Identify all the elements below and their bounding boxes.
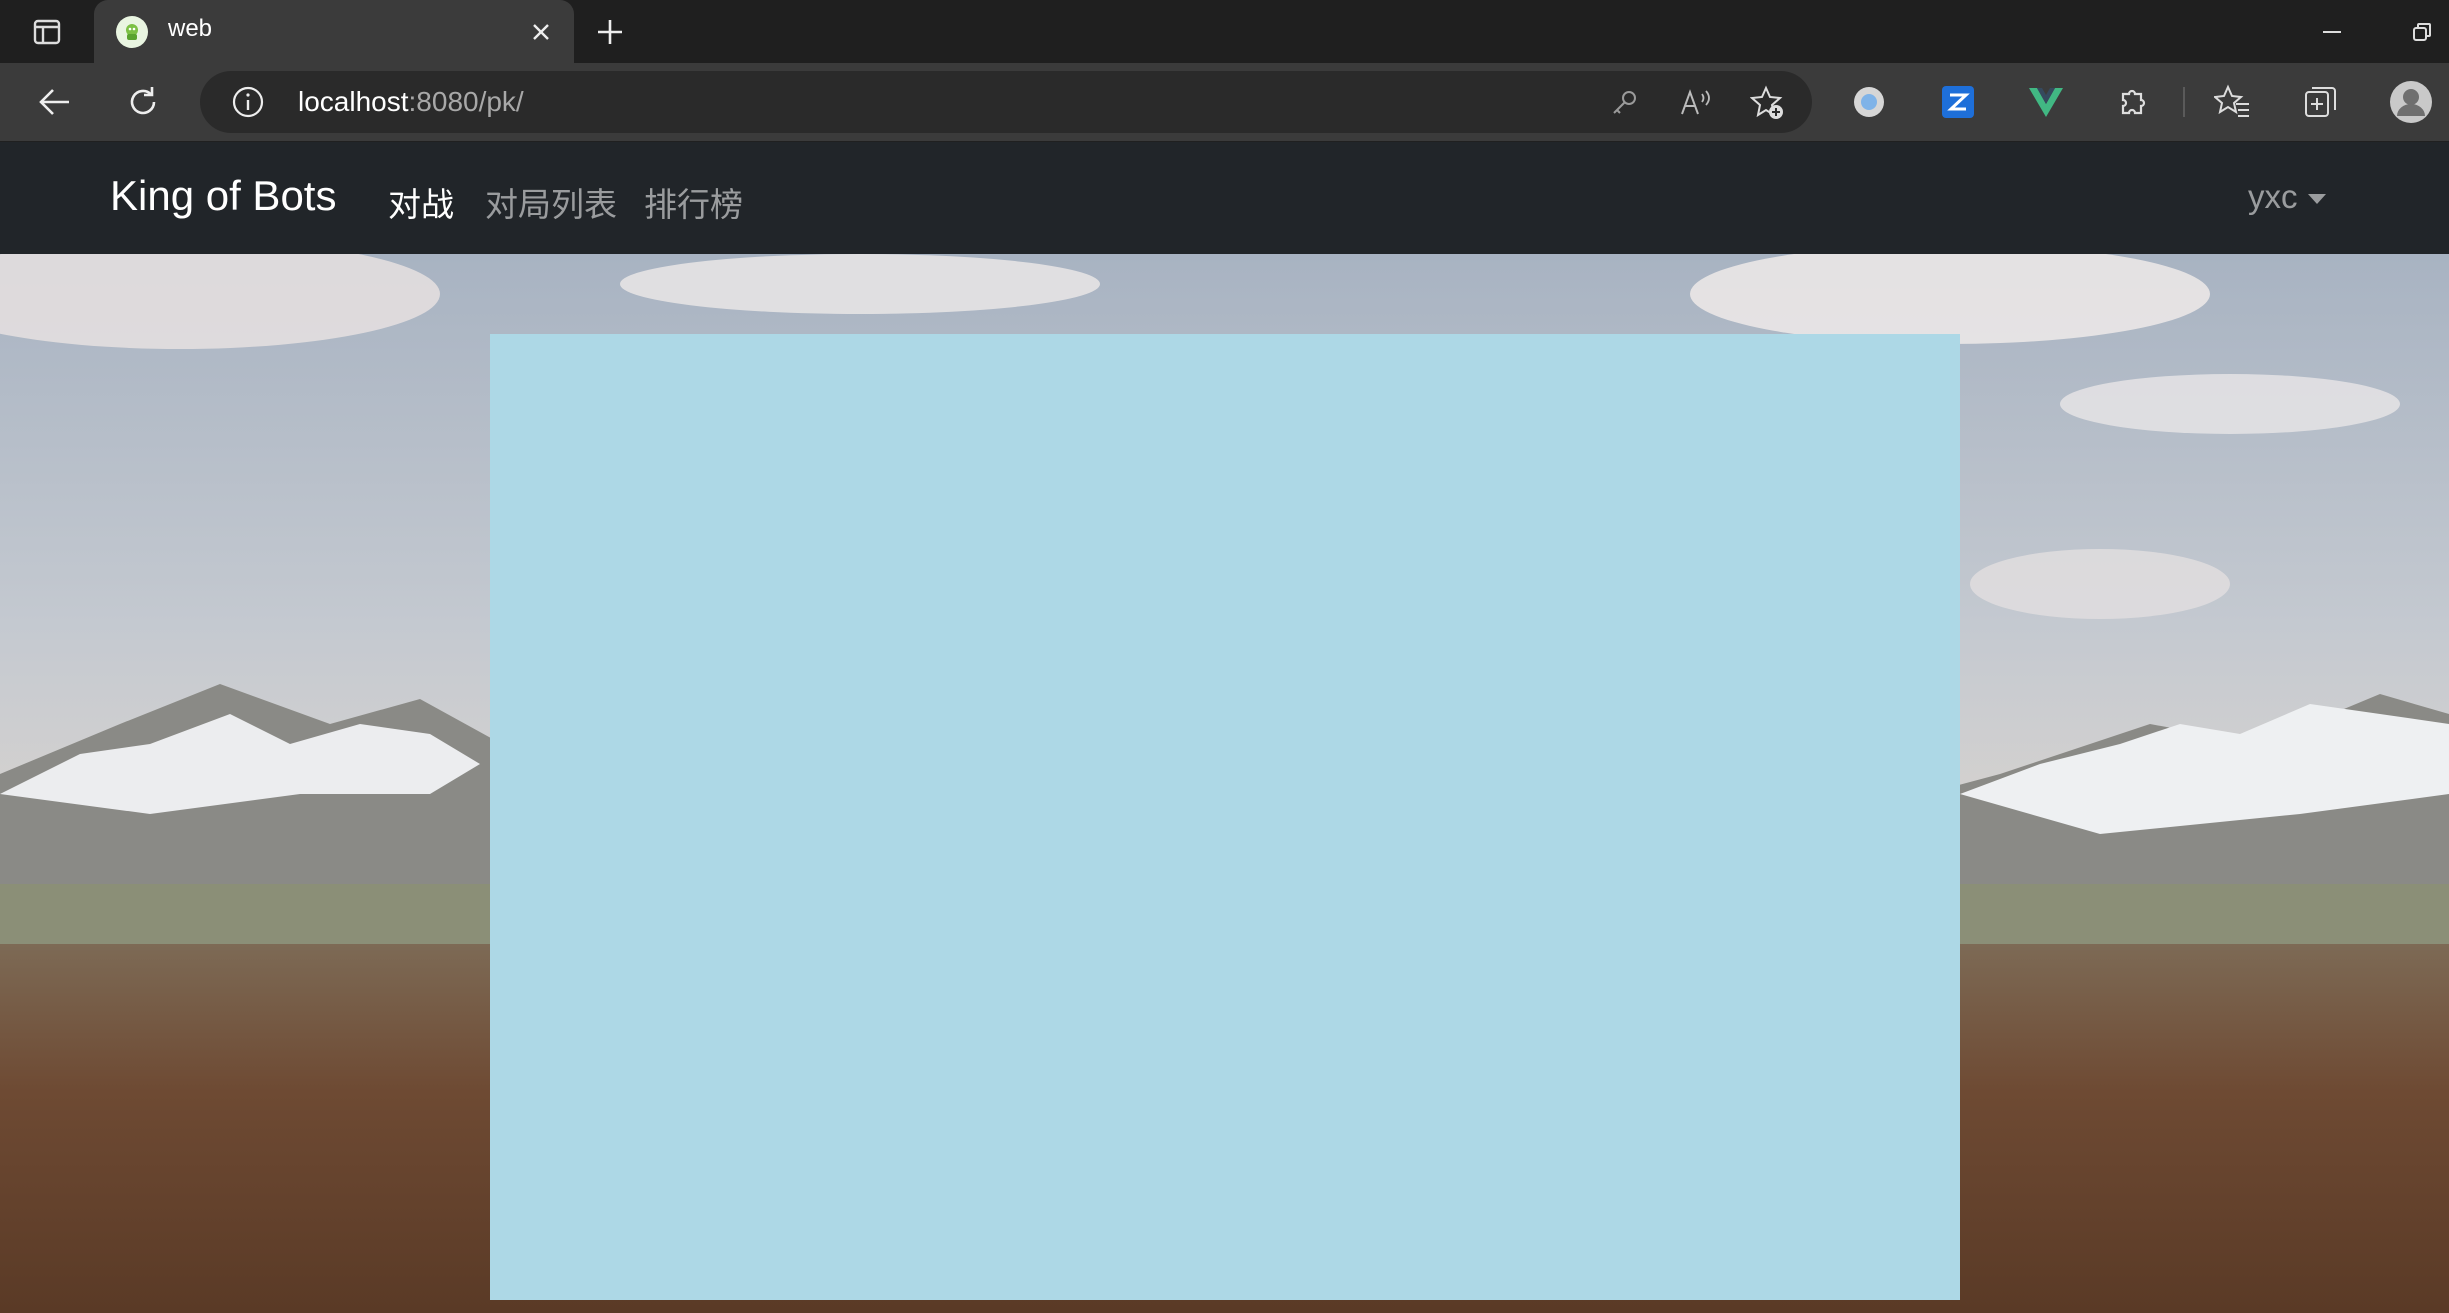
collections-icon bbox=[2305, 87, 2336, 117]
profile-icon bbox=[2390, 81, 2432, 123]
key-icon bbox=[1613, 91, 1636, 114]
puzzle-icon bbox=[2121, 89, 2146, 115]
refresh-button[interactable] bbox=[118, 78, 168, 126]
favorites-button[interactable] bbox=[2207, 78, 2257, 126]
add-favorite-button[interactable] bbox=[1748, 83, 1788, 123]
extension-button-2[interactable] bbox=[1933, 78, 1983, 126]
web-page: King of Bots 对战 对局列表 排行榜 yxc bbox=[0, 142, 2449, 1313]
vue-devtools-icon bbox=[2029, 88, 2063, 117]
extension-button-1[interactable] bbox=[1844, 78, 1894, 126]
circle-extension-icon bbox=[1854, 87, 1884, 117]
refresh-icon bbox=[130, 87, 156, 115]
info-icon bbox=[232, 86, 264, 118]
nav-link-ranklist[interactable]: 排行榜 bbox=[644, 178, 743, 226]
username: yxc bbox=[2248, 178, 2298, 215]
restore-icon bbox=[2413, 23, 2431, 41]
back-button[interactable] bbox=[30, 78, 80, 126]
address-bar[interactable]: localhost:8080/pk/ bbox=[200, 71, 1812, 133]
z-extension-icon bbox=[1942, 86, 1974, 118]
tab-actions-icon bbox=[33, 19, 61, 45]
back-arrow-icon bbox=[39, 89, 69, 115]
minimize-button[interactable] bbox=[2310, 12, 2354, 52]
tab-actions-button[interactable] bbox=[22, 12, 72, 52]
browser-tab-strip: web bbox=[0, 0, 2449, 63]
close-icon bbox=[533, 24, 549, 40]
brand-link[interactable]: King of Bots bbox=[110, 172, 336, 220]
site-info-button[interactable] bbox=[230, 84, 266, 120]
extensions-button[interactable] bbox=[2109, 78, 2159, 126]
browser-toolbar: localhost:8080/pk/ bbox=[0, 63, 2449, 142]
caret-down-icon bbox=[2307, 194, 2326, 204]
collections-button[interactable] bbox=[2295, 78, 2345, 126]
read-aloud-button[interactable] bbox=[1676, 83, 1716, 123]
game-playground[interactable] bbox=[490, 334, 1960, 1300]
close-tab-button[interactable] bbox=[524, 15, 558, 49]
minimize-icon bbox=[2323, 31, 2341, 33]
nav-link-pk[interactable]: 对战 bbox=[388, 178, 454, 226]
url-path: :8080/pk/ bbox=[408, 86, 524, 117]
new-tab-button[interactable] bbox=[588, 12, 632, 52]
favorites-icon bbox=[2214, 84, 2249, 117]
profile-button[interactable] bbox=[2386, 78, 2436, 126]
plus-icon bbox=[598, 20, 622, 44]
nav-link-record[interactable]: 对局列表 bbox=[485, 178, 617, 226]
browser-tab[interactable]: web bbox=[94, 0, 574, 63]
url-text[interactable]: localhost:8080/pk/ bbox=[298, 86, 524, 118]
tab-title: web bbox=[168, 15, 213, 42]
toolbar-divider bbox=[2183, 87, 2185, 117]
user-dropdown[interactable]: yxc bbox=[2248, 178, 2326, 216]
read-aloud-icon bbox=[1681, 89, 1710, 115]
robot-favicon-icon bbox=[116, 16, 148, 48]
password-button[interactable] bbox=[1604, 83, 1644, 123]
url-host: localhost bbox=[298, 86, 409, 117]
add-favorite-icon bbox=[1750, 85, 1783, 119]
restore-button[interactable] bbox=[2400, 12, 2444, 52]
navbar: King of Bots 对战 对局列表 排行榜 yxc bbox=[0, 142, 2449, 254]
vue-devtools-button[interactable] bbox=[2021, 78, 2071, 126]
